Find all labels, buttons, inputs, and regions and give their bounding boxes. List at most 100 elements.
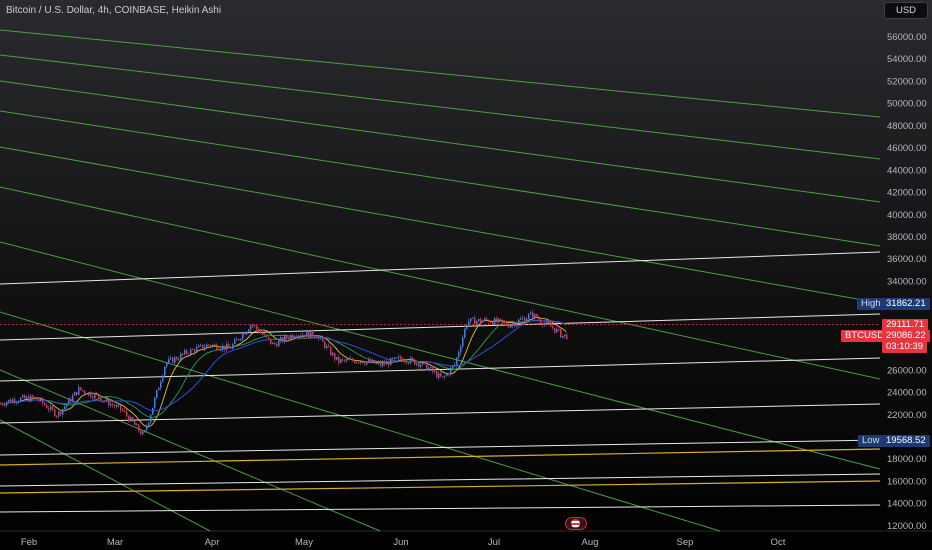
high-label: High (857, 298, 885, 310)
candle-body (530, 312, 532, 315)
candle-body (166, 362, 168, 367)
candle-body (506, 322, 508, 326)
candle-body (16, 401, 18, 403)
candle-body (94, 393, 96, 399)
candle-body (230, 347, 232, 349)
candle-body (380, 362, 382, 366)
economic-event-flag[interactable] (565, 517, 587, 530)
candle-body (434, 371, 436, 373)
candle-body (24, 395, 26, 399)
candle-body (338, 356, 340, 363)
candle-body (556, 329, 558, 333)
candle-body (186, 350, 188, 354)
y-tick-label: 50000.00 (887, 99, 927, 110)
candle-body (96, 393, 98, 395)
candle-body (246, 331, 248, 335)
candle-body (408, 362, 410, 364)
candle-body (424, 361, 426, 363)
candle-body (358, 362, 360, 364)
candle-body (498, 318, 500, 323)
candle-body (292, 335, 294, 338)
candle-body (142, 431, 144, 435)
candle-body (428, 367, 430, 371)
candle-body (504, 321, 506, 323)
x-tick-label: Jul (488, 537, 500, 548)
candle-body (540, 319, 542, 323)
candle-body (436, 371, 438, 378)
candle-body (560, 329, 562, 338)
candle-body (422, 361, 424, 365)
candle-body (148, 422, 150, 427)
candle-body (152, 407, 154, 415)
candle-body (460, 346, 462, 353)
candle-body (276, 343, 278, 347)
candle-body (486, 318, 488, 321)
candle-body (122, 409, 124, 411)
y-tick-label: 22000.00 (887, 410, 927, 421)
x-tick-label: May (295, 537, 313, 548)
candle-body (78, 387, 80, 395)
candle-body (520, 318, 522, 320)
candle-body (182, 353, 184, 355)
candle-body (310, 330, 312, 338)
x-tick-label: Mar (107, 537, 123, 548)
candle-body (546, 320, 548, 323)
candle-body (220, 349, 222, 351)
candle-body (534, 314, 536, 319)
candle-body (266, 334, 268, 337)
candle-body (84, 390, 86, 394)
candle-body (210, 345, 212, 347)
candle-body (410, 357, 412, 363)
us-flag-icon (571, 519, 580, 528)
candle-body (40, 398, 42, 401)
candle-body (298, 335, 300, 338)
candle-body (126, 411, 128, 417)
candle-body (116, 405, 118, 407)
candle-body (296, 336, 298, 338)
candle-body (168, 359, 170, 363)
currency-button[interactable]: USD (884, 2, 928, 19)
candle-body (44, 403, 46, 406)
candle-body (264, 334, 266, 336)
candle-body (316, 337, 318, 339)
candle-body (0, 403, 2, 405)
candle-body (162, 375, 164, 382)
candle-body (50, 406, 52, 410)
candle-body (558, 329, 560, 331)
candle-body (262, 332, 264, 335)
x-tick-label: Aug (582, 537, 599, 548)
candle-body (330, 346, 332, 356)
candle-body (384, 362, 386, 365)
candle-body (378, 362, 380, 364)
candle-body (416, 363, 418, 365)
candle-body (240, 339, 242, 341)
candle-body (526, 318, 528, 322)
candle-body (112, 403, 114, 406)
candle-body (86, 393, 88, 396)
candle-body (188, 353, 190, 355)
candle-body (376, 362, 378, 364)
candle-body (268, 336, 270, 339)
candle-body (566, 334, 568, 340)
candle-body (114, 405, 116, 407)
y-tick-label: 40000.00 (887, 210, 927, 221)
y-tick-label: 36000.00 (887, 254, 927, 265)
candle-body (172, 357, 174, 363)
candle-body (482, 320, 484, 323)
candle-body (176, 357, 178, 360)
candle-body (76, 391, 78, 395)
candle-body (396, 357, 398, 359)
candle-body (362, 361, 364, 364)
candle-body (368, 359, 370, 362)
candle-body (32, 395, 34, 398)
candle-body (134, 421, 136, 426)
price-chart[interactable]: 56000.00 54000.00 52000.00 50000.00 48000.00… (0, 0, 932, 550)
y-tick-label: 12000.00 (887, 521, 927, 532)
candle-body (108, 398, 110, 406)
candle-body (542, 322, 544, 326)
candle-body (72, 395, 74, 402)
candle-body (514, 323, 516, 327)
y-tick-label: 24000.00 (887, 388, 927, 399)
candle-body (476, 321, 478, 325)
candle-body (284, 335, 286, 342)
